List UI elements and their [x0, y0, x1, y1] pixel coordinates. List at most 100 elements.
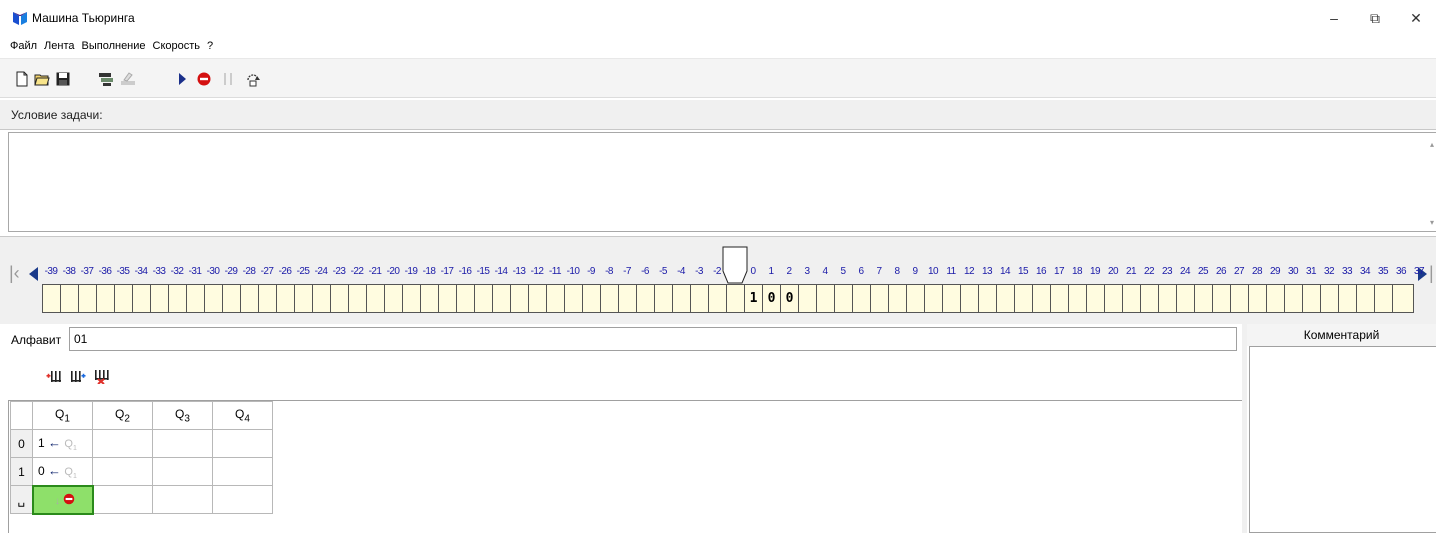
- tape-cell[interactable]: [1195, 285, 1213, 312]
- tape-head-icon[interactable]: [722, 246, 748, 284]
- menu-speed[interactable]: Скорость: [153, 36, 201, 56]
- command-cell[interactable]: [212, 457, 273, 486]
- tape-cell[interactable]: [1069, 285, 1087, 312]
- new-file-icon[interactable]: [14, 71, 30, 87]
- tape-cell[interactable]: [241, 285, 259, 312]
- tape-load-icon[interactable]: [98, 71, 114, 87]
- tape-cell[interactable]: [871, 285, 889, 312]
- tape-cell[interactable]: [1267, 285, 1285, 312]
- tape-cell[interactable]: [637, 285, 655, 312]
- minimize-button[interactable]: –: [1314, 6, 1354, 30]
- tape-cell[interactable]: [313, 285, 331, 312]
- tape-cell[interactable]: [547, 285, 565, 312]
- tape-cell[interactable]: [1033, 285, 1051, 312]
- tape-cell[interactable]: [79, 285, 97, 312]
- tape-cell[interactable]: [1249, 285, 1267, 312]
- tape-cell[interactable]: [403, 285, 421, 312]
- close-button[interactable]: ✕: [1396, 6, 1436, 30]
- tape-cell[interactable]: [529, 285, 547, 312]
- tape-cell[interactable]: [1015, 285, 1033, 312]
- tape-cell[interactable]: [97, 285, 115, 312]
- command-cell[interactable]: [152, 429, 213, 458]
- tape-cell[interactable]: [1177, 285, 1195, 312]
- tape-cell[interactable]: [385, 285, 403, 312]
- state-header-q2[interactable]: Q2: [92, 401, 153, 430]
- tape-cell[interactable]: [835, 285, 853, 312]
- state-header-q1[interactable]: Q1: [32, 401, 93, 430]
- tape-cell[interactable]: [1159, 285, 1177, 312]
- tape-to-end-icon[interactable]: |: [1429, 263, 1434, 284]
- tape-cell[interactable]: [439, 285, 457, 312]
- tape-cell[interactable]: [925, 285, 943, 312]
- delete-state-icon[interactable]: [93, 368, 109, 384]
- tape-cell[interactable]: [331, 285, 349, 312]
- alphabet-input[interactable]: 01: [69, 327, 1237, 351]
- tape-cell[interactable]: [115, 285, 133, 312]
- state-header-q3[interactable]: Q3: [152, 401, 213, 430]
- tape-cell[interactable]: [889, 285, 907, 312]
- command-cell[interactable]: 0 ← Q1: [32, 457, 93, 486]
- tape-cell[interactable]: [601, 285, 619, 312]
- command-cell[interactable]: [152, 457, 213, 486]
- tape-cell[interactable]: [61, 285, 79, 312]
- tape-cell[interactable]: [1087, 285, 1105, 312]
- tape-cell[interactable]: [565, 285, 583, 312]
- command-cell[interactable]: [212, 429, 273, 458]
- tape-cell[interactable]: [1231, 285, 1249, 312]
- tape-cell[interactable]: [1339, 285, 1357, 312]
- command-cell-selected[interactable]: ↓: [31, 484, 94, 515]
- tape-cell[interactable]: [943, 285, 961, 312]
- tape-cell[interactable]: [1285, 285, 1303, 312]
- tape-cell[interactable]: [223, 285, 241, 312]
- tape-cell[interactable]: [187, 285, 205, 312]
- tape-cell[interactable]: [907, 285, 925, 312]
- tape-cell[interactable]: 1: [745, 285, 763, 312]
- command-cell[interactable]: [92, 457, 153, 486]
- command-cell[interactable]: [92, 485, 153, 514]
- tape-cell[interactable]: [709, 285, 727, 312]
- tape-cell[interactable]: [979, 285, 997, 312]
- save-icon[interactable]: [55, 71, 71, 87]
- tape-cell[interactable]: [817, 285, 835, 312]
- tape-cell[interactable]: [655, 285, 673, 312]
- menu-help[interactable]: ?: [207, 36, 213, 56]
- tape-cell[interactable]: [421, 285, 439, 312]
- tape-cell[interactable]: [1357, 285, 1375, 312]
- tape-cell[interactable]: [169, 285, 187, 312]
- tape-to-start-icon[interactable]: |‹: [9, 263, 20, 284]
- tape-cell[interactable]: 0: [781, 285, 799, 312]
- panel-splitter[interactable]: [1242, 324, 1247, 533]
- tape-cell[interactable]: [619, 285, 637, 312]
- stop-icon[interactable]: [196, 71, 212, 87]
- tape-cell[interactable]: [1141, 285, 1159, 312]
- tape-cell[interactable]: [727, 285, 745, 312]
- tape-cell[interactable]: [1321, 285, 1339, 312]
- condition-textarea[interactable]: [8, 132, 1436, 232]
- tape-cell[interactable]: [997, 285, 1015, 312]
- tape-cell[interactable]: [457, 285, 475, 312]
- run-icon[interactable]: [174, 71, 190, 87]
- tape-cell[interactable]: [853, 285, 871, 312]
- state-header-q4[interactable]: Q4: [212, 401, 273, 430]
- tape-cell[interactable]: [43, 285, 61, 312]
- insert-state-icon[interactable]: [70, 368, 86, 384]
- tape-cell[interactable]: [1375, 285, 1393, 312]
- tape-cell[interactable]: [1051, 285, 1069, 312]
- tape-cell[interactable]: [583, 285, 601, 312]
- tape-cell[interactable]: [691, 285, 709, 312]
- tape-cell[interactable]: [367, 285, 385, 312]
- menu-file[interactable]: Файл: [10, 36, 37, 56]
- restore-button[interactable]: ⧉: [1355, 6, 1395, 30]
- tape-cell[interactable]: [1213, 285, 1231, 312]
- tape-cell[interactable]: [961, 285, 979, 312]
- pause-icon[interactable]: [220, 71, 236, 87]
- scroll-up-icon[interactable]: ▴: [1430, 140, 1434, 149]
- tape-cell[interactable]: [133, 285, 151, 312]
- step-icon[interactable]: [245, 71, 261, 87]
- tape-cell[interactable]: [475, 285, 493, 312]
- tape-cell[interactable]: [1105, 285, 1123, 312]
- tape-cell[interactable]: [1123, 285, 1141, 312]
- tape-cell[interactable]: [1303, 285, 1321, 312]
- menu-tape[interactable]: Лента: [44, 36, 74, 56]
- add-state-icon[interactable]: [46, 368, 62, 384]
